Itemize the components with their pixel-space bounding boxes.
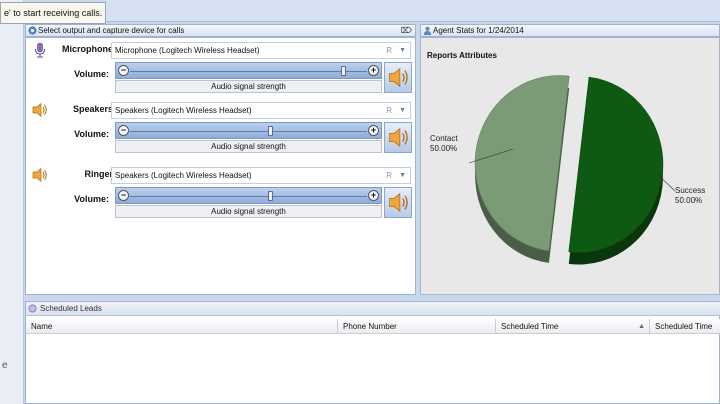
ringer-volume-label: Volume: [74,194,109,204]
pie-label-contact-value: 50.00% [430,144,458,153]
device-panel-title: Select output and capture device for cal… [38,26,185,35]
speaker-icon [32,167,47,183]
device-row-microphone: Microphone Microphone (Logitech Wireless… [26,40,417,100]
test-audio-button[interactable] [384,62,412,93]
device-settings-icon [28,26,37,35]
volume-increase-button[interactable]: + [368,65,379,76]
slider-line [130,196,367,197]
ringer-select[interactable]: Speakers (Logitech Wireless Headset) R ▼ [111,167,411,184]
volume-decrease-button[interactable]: − [118,190,129,201]
stats-panel-header: Agent Stats for 1/24/2014 [420,24,720,37]
scheduled-leads-title: Scheduled Leads [40,304,102,313]
device-panel: Microphone Microphone (Logitech Wireless… [25,37,416,295]
column-header-scheduled-time-label: Scheduled Time [501,322,559,331]
sort-up-icon: ▲ [638,323,645,330]
volume-increase-button[interactable]: + [368,190,379,201]
pin-icon[interactable]: ⌦ [401,25,412,36]
ringer-select-value: Speakers (Logitech Wireless Headset) [115,171,252,180]
left-strip: e [0,0,24,404]
speakers-select-value: Speakers (Logitech Wireless Headset) [115,106,252,115]
pie-slice-contact [568,76,664,253]
pie-label-success-value: 50.00% [675,196,703,205]
chevron-down-icon[interactable]: ▼ [399,168,406,183]
agent-icon [423,26,432,35]
leads-column-headers: Name Phone Number Scheduled Time ▲ Sched… [26,319,720,334]
microphone-select-value: Microphone (Logitech Wireless Headset) [115,46,260,55]
chevron-down-icon[interactable]: ▼ [399,103,406,118]
leads-icon [28,304,37,313]
speakers-volume-label: Volume: [74,129,109,139]
volume-decrease-button[interactable]: − [118,65,129,76]
speaker-icon [32,102,47,118]
microphone-icon [35,42,45,58]
stats-panel-title: Agent Stats for 1/24/2014 [433,26,524,35]
slider-thumb[interactable] [267,126,273,136]
pie-label-success: Success 50.00% [675,186,705,206]
speaker-icon [389,192,408,213]
speakers-volume-slider[interactable]: − + Audio signal strength [115,122,382,155]
audio-signal-strength: Audio signal strength [115,80,382,93]
microphone-volume-slider[interactable]: − + Audio signal strength [115,62,382,95]
audio-signal-strength: Audio signal strength [115,140,382,153]
left-strip-text: e [2,360,8,371]
top-band [106,0,720,22]
column-header-scheduled-time[interactable]: Scheduled Time ▲ [496,319,650,334]
slider-line [130,131,367,132]
speaker-icon [389,127,408,148]
microphone-refresh-button[interactable]: R [386,43,392,58]
speaker-icon [389,67,408,88]
slider-line [130,71,367,72]
slider-track[interactable]: − + [115,122,382,139]
ringer-volume-slider[interactable]: − + Audio signal strength [115,187,382,220]
device-row-speakers: Speakers Speakers (Logitech Wireless Hea… [26,100,417,160]
speakers-select[interactable]: Speakers (Logitech Wireless Headset) R ▼ [111,102,411,119]
scheduled-leads-panel: Scheduled Leads Name Phone Number Schedu… [25,301,720,404]
status-tooltip: e' to start receiving calls. [0,2,106,24]
column-header-phone[interactable]: Phone Number [338,319,496,334]
slider-track[interactable]: − + [115,187,382,204]
test-audio-button[interactable] [384,187,412,218]
speakers-refresh-button[interactable]: R [386,103,392,118]
slider-thumb[interactable] [267,191,273,201]
column-header-name[interactable]: Name [26,319,338,334]
device-panel-header: Select output and capture device for cal… [25,24,416,37]
microphone-volume-label: Volume: [74,69,109,79]
test-audio-button[interactable] [384,122,412,153]
speakers-label: Speakers [72,104,113,114]
pie-slice-success [474,75,570,252]
ringer-refresh-button[interactable]: R [386,168,392,183]
slider-thumb[interactable] [341,66,347,76]
microphone-select[interactable]: Microphone (Logitech Wireless Headset) R… [111,42,411,59]
microphone-label: Microphone [62,44,113,54]
audio-signal-strength: Audio signal strength [115,205,382,218]
stats-panel: Reports Attributes Contact 50.00% Succes… [420,37,720,295]
ringer-label: Ringer [84,169,113,179]
scheduled-leads-header: Scheduled Leads [26,302,720,316]
column-header-scheduled-time-2[interactable]: Scheduled Time [650,319,720,334]
chevron-down-icon[interactable]: ▼ [399,43,406,58]
pie-label-contact-name: Contact [430,134,458,143]
pie-label-success-name: Success [675,186,706,195]
slider-track[interactable]: − + [115,62,382,79]
pie-chart [468,75,676,265]
volume-increase-button[interactable]: + [368,125,379,136]
device-row-ringer: Ringer Speakers (Logitech Wireless Heads… [26,165,417,225]
pie-label-contact: Contact 50.00% [430,134,458,154]
volume-decrease-button[interactable]: − [118,125,129,136]
